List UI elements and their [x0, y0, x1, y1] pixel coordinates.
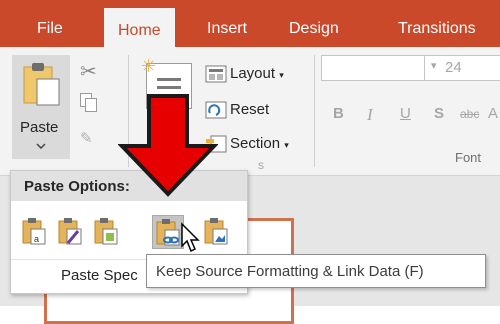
use-destination-theme-icon: a — [22, 218, 46, 245]
paste-button[interactable]: Paste — [12, 55, 70, 159]
font-size-field[interactable]: ▾ 24 — [424, 55, 500, 81]
format-painter-icon[interactable]: ✎ — [80, 129, 93, 147]
svg-text:a: a — [34, 234, 39, 244]
tab-file[interactable]: File — [37, 10, 63, 47]
font-name-field[interactable] — [321, 55, 427, 81]
tab-insert[interactable]: Insert — [207, 10, 247, 47]
red-arrow-icon — [118, 94, 218, 197]
paste-special-label: Paste Spec — [61, 267, 138, 284]
cut-icon[interactable]: ✂ — [80, 59, 97, 84]
tab-design[interactable]: Design — [289, 10, 339, 47]
embed-icon — [94, 218, 118, 245]
slides-group-label: s — [258, 158, 264, 172]
strikethrough-button[interactable]: abc — [460, 107, 479, 121]
chevron-down-icon: ▾ — [284, 140, 289, 150]
underline-button[interactable]: U — [400, 105, 411, 122]
section-label: Section — [230, 135, 281, 152]
clipboard-icon — [23, 63, 60, 106]
tooltip: Keep Source Formatting & Link Data (F) — [146, 254, 486, 288]
layout-icon — [205, 65, 227, 83]
paste-options-title: Paste Options: — [24, 178, 130, 195]
paste-option-picture[interactable] — [201, 215, 231, 247]
shadow-button[interactable]: S — [434, 105, 444, 122]
paste-option-use-destination-theme[interactable]: a — [19, 215, 49, 247]
bold-button[interactable]: B — [333, 105, 344, 122]
tab-home[interactable]: Home — [104, 8, 175, 47]
picture-icon — [204, 218, 228, 245]
chevron-down-icon: ▾ — [279, 70, 284, 80]
char-spacing-icon[interactable]: A — [488, 105, 498, 122]
ribbon-tab-bar: File Home Insert Design Transitions — [0, 0, 500, 47]
font-size-value: 24 — [445, 59, 462, 76]
paste-option-keep-source-formatting[interactable] — [55, 215, 85, 247]
section-button[interactable]: Section ▾ — [230, 135, 289, 152]
italic-button[interactable]: I — [367, 105, 373, 125]
copy-icon[interactable] — [80, 93, 97, 112]
layout-button[interactable]: Layout ▾ — [230, 65, 284, 82]
paste-label: Paste — [20, 119, 59, 136]
divider — [314, 55, 315, 167]
keep-source-formatting-icon — [58, 218, 82, 245]
paste-option-embed[interactable] — [91, 215, 121, 247]
ribbon: Paste ✂ ✎ ✳ Layout ▾ Reset Section ▾ s ▾… — [0, 47, 500, 176]
font-group-label: Font — [455, 150, 482, 165]
font-size-chevron-icon: ▾ — [431, 60, 437, 72]
tab-transitions[interactable]: Transitions — [398, 10, 476, 47]
layout-label: Layout — [230, 65, 276, 82]
keep-source-formatting-link-data-icon — [156, 219, 180, 246]
chevron-down-icon — [36, 143, 46, 149]
mouse-cursor-icon — [181, 222, 200, 253]
reset-button[interactable]: Reset — [230, 101, 269, 118]
